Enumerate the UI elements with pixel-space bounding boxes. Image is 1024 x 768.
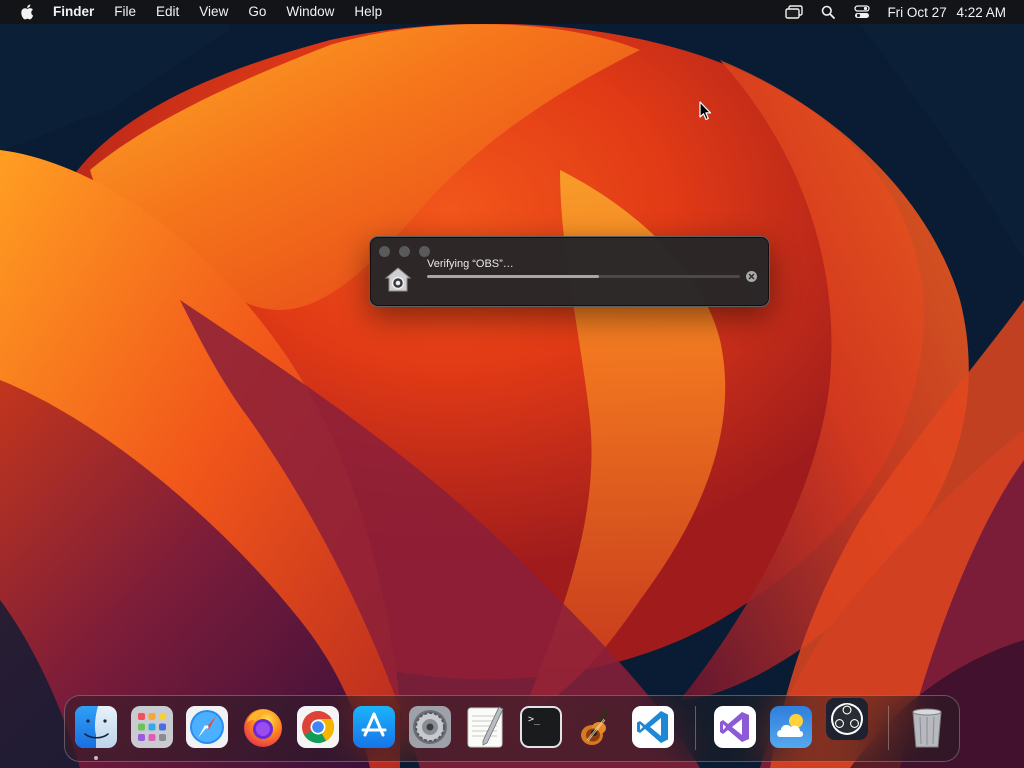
window-controls bbox=[379, 246, 439, 257]
dock-visual-studio[interactable] bbox=[713, 705, 757, 749]
dock-app-store[interactable] bbox=[352, 705, 396, 749]
dock-launchpad[interactable] bbox=[130, 705, 174, 749]
dock: >_ bbox=[64, 695, 960, 762]
finder-icon bbox=[75, 706, 117, 748]
launchpad-icon bbox=[131, 706, 173, 748]
menu-help[interactable]: Help bbox=[344, 0, 392, 24]
dock-obs[interactable] bbox=[825, 697, 869, 741]
menu-app-finder[interactable]: Finder bbox=[49, 0, 104, 24]
garageband-icon bbox=[581, 708, 610, 745]
cancel-verify-button[interactable] bbox=[746, 271, 757, 282]
menu-file[interactable]: File bbox=[104, 0, 146, 24]
textedit-icon bbox=[467, 706, 504, 748]
dock-firefox[interactable] bbox=[241, 705, 285, 749]
firefox-icon bbox=[244, 709, 282, 747]
clock-date: Fri Oct 27 bbox=[887, 4, 947, 20]
zoom-window-button[interactable] bbox=[419, 246, 430, 257]
system-settings-icon bbox=[409, 706, 451, 748]
menu-go[interactable]: Go bbox=[238, 0, 276, 24]
dock-garageband[interactable] bbox=[575, 705, 619, 749]
dock-divider bbox=[695, 706, 696, 750]
obs-icon bbox=[826, 698, 868, 740]
desktop-wallpaper bbox=[0, 0, 1024, 768]
terminal-icon: >_ bbox=[520, 706, 562, 748]
menu-window[interactable]: Window bbox=[276, 0, 344, 24]
trash-icon bbox=[912, 708, 942, 748]
dock-divider bbox=[888, 706, 889, 750]
dock-vscode[interactable] bbox=[631, 705, 675, 749]
verify-title: Verifying “OBS”… bbox=[427, 258, 514, 270]
menu-view[interactable]: View bbox=[189, 0, 238, 24]
dock-weather[interactable] bbox=[769, 705, 813, 749]
menubar-clock[interactable]: Fri Oct 27 4:22 AM bbox=[887, 5, 1006, 20]
weather-icon bbox=[770, 706, 812, 748]
app-store-icon bbox=[353, 706, 395, 748]
menu-edit[interactable]: Edit bbox=[146, 0, 189, 24]
chrome-icon bbox=[297, 706, 339, 748]
mouse-cursor-icon bbox=[699, 101, 712, 121]
close-window-button[interactable] bbox=[379, 246, 390, 257]
close-icon bbox=[748, 273, 755, 280]
verify-dialog: Verifying “OBS”… bbox=[369, 236, 770, 307]
dock-textedit[interactable] bbox=[463, 705, 507, 749]
installer-icon bbox=[383, 265, 413, 295]
visual-studio-icon bbox=[714, 706, 756, 748]
desktop: Finder File Edit View Go Window Help Fri… bbox=[0, 0, 1024, 768]
screen-mirroring-icon[interactable] bbox=[785, 4, 804, 20]
safari-icon bbox=[186, 706, 228, 748]
dock-system-settings[interactable] bbox=[408, 705, 452, 749]
terminal-prompt: >_ bbox=[528, 714, 541, 725]
running-indicator bbox=[94, 756, 98, 760]
minimize-window-button[interactable] bbox=[399, 246, 410, 257]
dock-safari[interactable] bbox=[185, 705, 229, 749]
verify-progress-bar bbox=[427, 275, 740, 278]
dock-finder[interactable] bbox=[74, 705, 118, 749]
dock-trash[interactable] bbox=[905, 705, 949, 749]
clock-time: 4:22 AM bbox=[956, 4, 1006, 20]
menu-bar: Finder File Edit View Go Window Help Fri… bbox=[0, 0, 1024, 24]
control-center-icon[interactable] bbox=[853, 4, 871, 20]
apple-menu-icon[interactable] bbox=[19, 4, 35, 20]
spotlight-search-icon[interactable] bbox=[819, 4, 837, 20]
verify-progress-fill bbox=[427, 275, 600, 278]
dock-terminal[interactable]: >_ bbox=[519, 705, 563, 749]
dock-chrome[interactable] bbox=[296, 705, 340, 749]
vscode-icon bbox=[632, 706, 674, 748]
